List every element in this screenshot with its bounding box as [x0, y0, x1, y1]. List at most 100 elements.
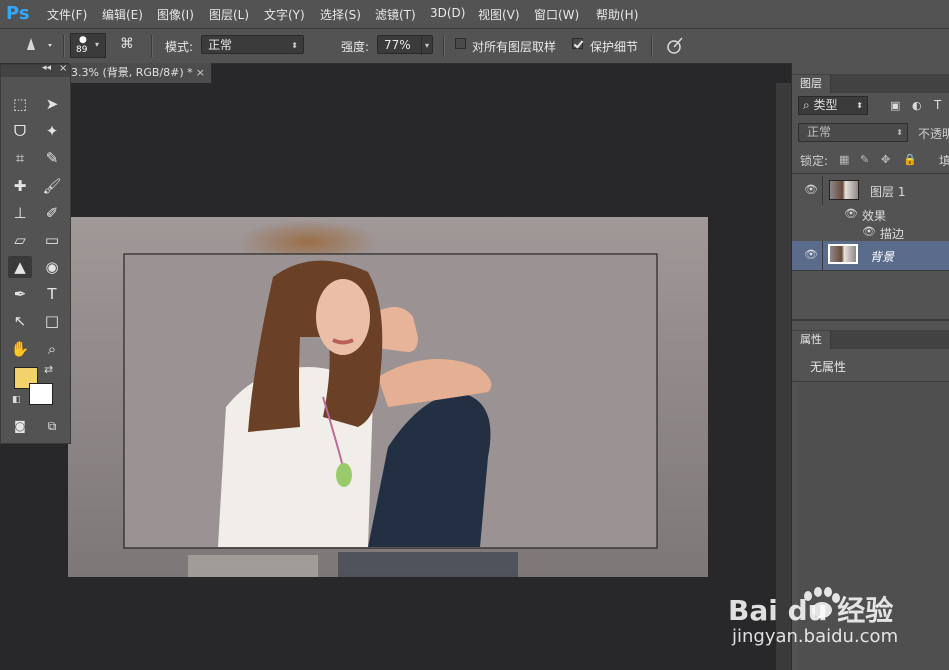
- eye-icon[interactable]: 👁: [804, 183, 818, 196]
- menu-layer[interactable]: 图层(L): [209, 6, 249, 23]
- lock-pixels-icon[interactable]: ✎: [860, 153, 869, 166]
- strength-value: 77%: [384, 38, 411, 52]
- lock-label: 锁定:: [800, 154, 829, 168]
- pen-tool-icon[interactable]: ✒: [8, 283, 32, 305]
- layer-filter-value: 类型: [813, 98, 838, 112]
- sharpen-tool-icon: [27, 38, 52, 50]
- close-icon[interactable]: ×: [59, 63, 67, 74]
- tools-panel-header[interactable]: ◂◂ ×: [1, 63, 70, 77]
- pressure-icon[interactable]: [664, 35, 686, 55]
- sample-all-layers-checkbox[interactable]: [455, 38, 466, 49]
- menu-edit[interactable]: 编辑(E): [102, 6, 143, 23]
- menu-select[interactable]: 选择(S): [320, 6, 361, 23]
- document-tab[interactable]: 3.3% (背景, RGB/8#) * ×: [69, 63, 212, 83]
- menu-help[interactable]: 帮助(H): [596, 6, 638, 23]
- mode-label: 模式:: [165, 40, 194, 54]
- collapse-icon[interactable]: ◂◂: [42, 63, 51, 73]
- crop-tool-icon[interactable]: ⌗: [8, 147, 32, 169]
- document-tab-title: 3.3% (背景, RGB/8#) *: [71, 66, 193, 79]
- lock-transparent-icon[interactable]: ▦: [839, 153, 849, 166]
- history-brush-tool-icon[interactable]: ✐: [40, 202, 64, 224]
- magic-wand-tool-icon[interactable]: ✦: [40, 120, 64, 142]
- gradient-tool-icon[interactable]: ▭: [40, 229, 64, 251]
- rectangle-tool-icon[interactable]: □: [40, 310, 64, 332]
- brush-preset-picker[interactable]: ● 89 ▾: [70, 33, 106, 58]
- updown-arrows-icon: ⬍: [856, 101, 863, 110]
- vertical-scrollbar[interactable]: [776, 83, 791, 670]
- swap-colors-icon[interactable]: ⇄: [44, 363, 53, 376]
- menu-window[interactable]: 窗口(W): [534, 6, 579, 23]
- eyedropper-tool-icon[interactable]: ✎: [40, 147, 64, 169]
- tools-panel: ◂◂ × ⬚ ➤ ᗜ ✦ ⌗ ✎ ✚ 🖌 ⊥ ✐ ▱ ▭ ▲ ◉ ✒ T ↖ □…: [0, 63, 71, 444]
- zoom-tool-icon[interactable]: ⌕: [40, 338, 64, 360]
- lock-all-icon[interactable]: 🔒: [903, 153, 917, 166]
- menu-view[interactable]: 视图(V): [478, 6, 520, 23]
- search-icon: ⌕: [803, 98, 814, 112]
- eraser-tool-icon[interactable]: ▱: [8, 229, 32, 251]
- menu-type[interactable]: 文字(Y): [264, 6, 305, 23]
- layer-row[interactable]: 👁 图层 1: [792, 176, 949, 205]
- eye-icon[interactable]: 👁: [862, 225, 876, 238]
- layer-name: 背景: [870, 250, 895, 264]
- eye-icon[interactable]: 👁: [804, 248, 818, 261]
- mode-select[interactable]: 正常 ⬍: [201, 35, 304, 54]
- brush-size-value: 89: [76, 45, 88, 55]
- lasso-tool-icon[interactable]: ᗜ: [8, 120, 32, 142]
- filter-type-icon[interactable]: T: [934, 98, 941, 112]
- screen-mode-icon[interactable]: ⧉: [40, 415, 64, 437]
- move-tool-icon[interactable]: ➤: [40, 93, 64, 115]
- close-icon[interactable]: ×: [196, 63, 205, 83]
- path-selection-tool-icon[interactable]: ↖: [8, 310, 32, 332]
- clone-stamp-tool-icon[interactable]: ⊥: [8, 202, 32, 224]
- updown-arrows-icon: ⬍: [291, 41, 298, 50]
- properties-empty-text: 无属性: [810, 360, 847, 374]
- menu-file[interactable]: 文件(F): [47, 6, 87, 23]
- dodge-tool-icon[interactable]: ◉: [40, 256, 64, 278]
- blend-mode-select[interactable]: 正常 ⬍: [798, 123, 908, 142]
- layer-thumbnail: [828, 244, 858, 264]
- brush-tool-icon[interactable]: 🖌: [40, 175, 64, 197]
- chevron-down-icon[interactable]: ▾: [420, 36, 429, 55]
- quick-mask-icon[interactable]: ◙: [8, 415, 32, 437]
- eye-icon[interactable]: 👁: [844, 207, 858, 220]
- marquee-tool-icon[interactable]: ⬚: [8, 93, 32, 115]
- menu-image[interactable]: 图像(I): [157, 6, 194, 23]
- strength-input[interactable]: 77% ▾: [377, 35, 433, 55]
- background-color-swatch[interactable]: [29, 383, 53, 405]
- filter-adjustment-icon[interactable]: ◐: [912, 99, 922, 112]
- canvas-image[interactable]: [68, 217, 708, 577]
- layer-filter-select[interactable]: ⌕ 类型 ⬍: [798, 96, 868, 115]
- tab-properties[interactable]: 属性: [792, 331, 831, 349]
- stroke-effect-label: 描边: [880, 227, 905, 241]
- protect-detail-checkbox[interactable]: [572, 38, 583, 49]
- layer-stroke-effect-row[interactable]: 👁 描边: [792, 222, 949, 242]
- menu-bar: Ps 文件(F) 编辑(E) 图像(I) 图层(L) 文字(Y) 选择(S) 滤…: [0, 0, 949, 29]
- lock-position-icon[interactable]: ✥: [881, 153, 890, 166]
- menu-3d[interactable]: 3D(D): [430, 6, 465, 20]
- opacity-label: 不透明: [918, 127, 949, 141]
- tab-layers[interactable]: 图层: [792, 75, 831, 93]
- options-bar: ● 89 ▾ ⌘ 模式: 正常 ⬍ 强度: 77% ▾ 对所有图层取样 保护细节: [0, 29, 949, 64]
- right-panels: 图层 ⌕ 类型 ⬍ ▣ ◐ T 正常 ⬍ 不透明 锁定: ▦ ✎ ✥ 🔒 填 👁…: [791, 63, 949, 670]
- healing-brush-tool-icon[interactable]: ✚: [8, 175, 32, 197]
- layers-panel-tabbar: 图层: [792, 74, 949, 93]
- hand-tool-icon[interactable]: ✋: [8, 338, 32, 360]
- portrait-photo: [68, 217, 708, 577]
- brush-panel-toggle-icon[interactable]: ⌘: [120, 36, 140, 54]
- tool-preset-picker[interactable]: [20, 35, 54, 55]
- layer-row-selected[interactable]: 👁 背景: [792, 241, 949, 270]
- blend-mode-value: 正常: [807, 125, 832, 139]
- sharpen-tool-icon[interactable]: ▲: [8, 256, 32, 278]
- filter-pixel-icon[interactable]: ▣: [890, 99, 900, 112]
- type-tool-icon[interactable]: T: [40, 283, 64, 305]
- layer-thumbnail: [829, 180, 859, 200]
- baidu-watermark: Bai du 经验 jingyan.baidu.com: [728, 586, 938, 666]
- layer-name: 图层 1: [870, 185, 906, 199]
- menu-filter[interactable]: 滤镜(T): [375, 6, 416, 23]
- default-colors-icon[interactable]: ◧: [12, 395, 21, 405]
- strength-label: 强度:: [341, 40, 370, 54]
- photoshop-logo: Ps: [6, 3, 30, 24]
- layer-effects-row[interactable]: 👁 效果: [792, 204, 949, 224]
- brush-dot-icon: ●: [79, 35, 87, 45]
- sample-all-layers-label: 对所有图层取样: [472, 40, 557, 54]
